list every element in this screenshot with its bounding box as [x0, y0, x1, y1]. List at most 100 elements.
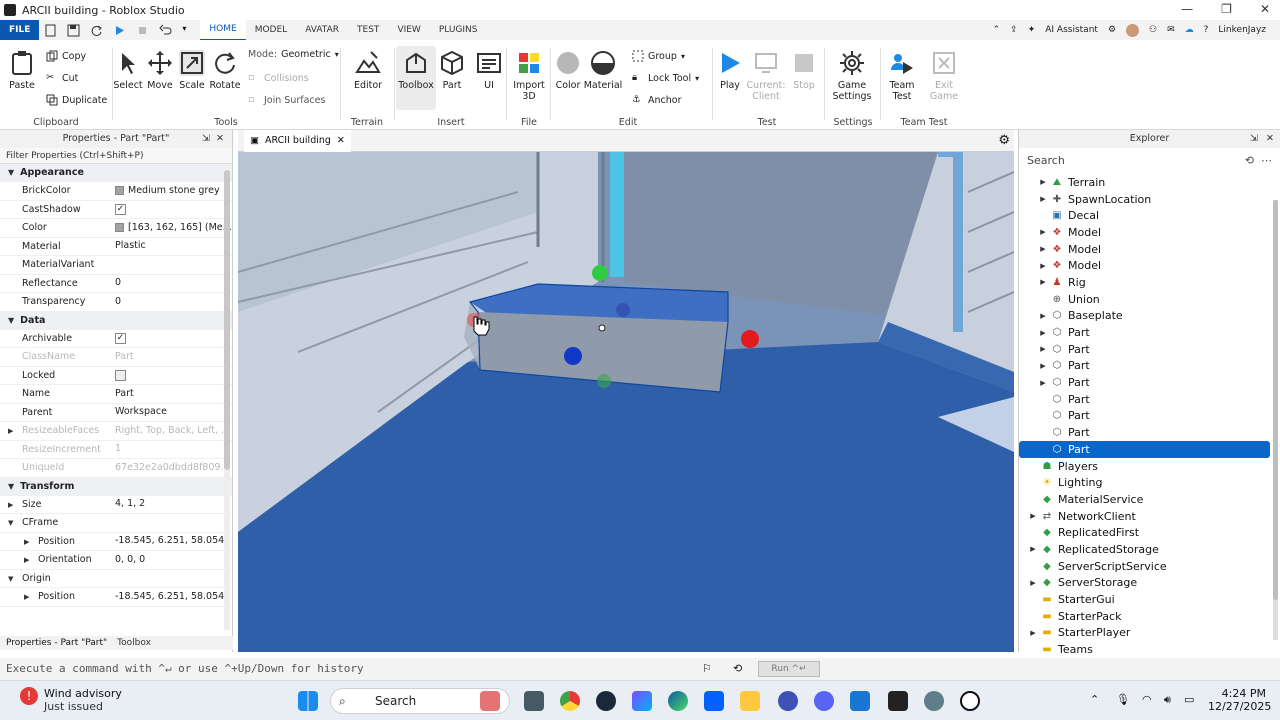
- pin-icon[interactable]: ⇲: [202, 130, 210, 148]
- battery-icon[interactable]: ▭: [1184, 693, 1194, 706]
- explorer-item-lighting[interactable]: ☀ Lighting: [1019, 474, 1280, 491]
- filter-properties-input[interactable]: Filter Properties (Ctrl+Shift+P): [0, 148, 232, 164]
- close-icon[interactable]: ✕: [1266, 130, 1274, 148]
- explorer-item-startergui[interactable]: ▬ StarterGui: [1019, 591, 1280, 608]
- explorer-item-baseplate[interactable]: ▶ ⬡ Baseplate: [1019, 308, 1280, 325]
- explorer-item-decal[interactable]: ▣ Decal: [1019, 207, 1280, 224]
- username[interactable]: LinkenJayz: [1218, 25, 1266, 35]
- stop-button[interactable]: Stop: [784, 46, 824, 91]
- run-button[interactable]: Run ^↵: [758, 661, 820, 677]
- play-button[interactable]: Play: [710, 46, 750, 91]
- section-data[interactable]: ▼ Data: [0, 311, 232, 330]
- toolbox-button[interactable]: Toolbox: [396, 46, 436, 110]
- game-settings-button[interactable]: Game Settings: [832, 46, 872, 102]
- prop-origin[interactable]: ▼ Origin: [0, 570, 232, 588]
- pin-icon[interactable]: ⇲: [1250, 130, 1258, 148]
- steam-icon[interactable]: [596, 691, 616, 711]
- explorer-item-union[interactable]: ⊕ Union: [1019, 291, 1280, 308]
- close-icon[interactable]: ✕: [1260, 2, 1270, 16]
- explorer-item-part[interactable]: ⬡ Part: [1019, 424, 1280, 441]
- dropbox-icon[interactable]: [704, 691, 724, 711]
- save-icon[interactable]: [67, 24, 80, 37]
- properties-scrollbar[interactable]: [224, 170, 230, 630]
- paste-button[interactable]: Paste: [2, 46, 42, 91]
- volume-icon[interactable]: 🔊︎: [1164, 693, 1171, 707]
- locked-checkbox[interactable]: [115, 369, 126, 381]
- help-icon[interactable]: ?: [1204, 25, 1209, 35]
- refresh-icon[interactable]: [90, 24, 103, 37]
- discord-icon[interactable]: [814, 691, 834, 711]
- explorer-item-serverstorage[interactable]: ▶ ◆ ServerStorage: [1019, 575, 1280, 592]
- terrain-editor-button[interactable]: Editor: [348, 46, 388, 91]
- explorer-search-input[interactable]: Search ⟲ ⋯: [1025, 150, 1274, 172]
- play-small-icon[interactable]: [113, 24, 126, 37]
- lock-tool-button[interactable]: 🔒︎ Lock Tool ▾: [632, 70, 699, 86]
- prop-name[interactable]: Name Part: [0, 385, 232, 404]
- expand-arrow-icon[interactable]: ▶: [1037, 195, 1049, 203]
- explorer-item-terrain[interactable]: ▶ ⛰ Terrain: [1019, 174, 1280, 191]
- ai-assistant-icon[interactable]: ✦: [1028, 25, 1036, 35]
- explorer-item-part[interactable]: ▶ ⬡ Part: [1019, 374, 1280, 391]
- scale-handle-front[interactable]: [564, 347, 582, 365]
- tab-arcii-building[interactable]: ▣ ARCII building ✕: [244, 130, 351, 152]
- explorer-item-model[interactable]: ▶ ❖ Model: [1019, 224, 1280, 241]
- bookmark-icon[interactable]: ⚐: [702, 662, 712, 675]
- import-3d-button[interactable]: Import 3D: [509, 46, 549, 102]
- expand-arrow-icon[interactable]: ▶: [1037, 228, 1049, 236]
- explorer-item-rig[interactable]: ▶ ♟ Rig: [1019, 274, 1280, 291]
- file-explorer-icon[interactable]: [740, 691, 760, 711]
- prop-castshadow[interactable]: CastShadow ✓: [0, 201, 232, 219]
- rotate-button[interactable]: Rotate: [205, 46, 245, 91]
- new-file-icon[interactable]: [44, 24, 57, 37]
- explorer-item-starterplayer[interactable]: ▶ ▬ StarterPlayer: [1019, 625, 1280, 642]
- minimize-icon[interactable]: —: [1181, 2, 1193, 16]
- prop-orientation[interactable]: ▶ Orientation 0, 0, 0: [0, 551, 232, 570]
- windows-start-icon[interactable]: [298, 691, 318, 711]
- chatgpt-icon[interactable]: [960, 691, 980, 711]
- prop-locked[interactable]: Locked: [0, 367, 232, 385]
- prop-position[interactable]: ▶ Position -18.545, 6.251, 58.054: [0, 533, 232, 551]
- collisions-toggle[interactable]: ▫ Collisions: [248, 70, 309, 86]
- history-icon[interactable]: ⟲: [733, 662, 742, 675]
- cut-button[interactable]: ✂ Cut: [46, 70, 78, 86]
- expand-arrow-icon[interactable]: ▶: [1037, 362, 1049, 370]
- prop-parent[interactable]: Parent Workspace: [0, 404, 232, 422]
- clock[interactable]: 4:24 PM 12/27/2025: [1208, 687, 1271, 713]
- explorer-item-part[interactable]: ▶ ⬡ Part: [1019, 358, 1280, 375]
- expand-arrow-icon[interactable]: ▶: [1027, 629, 1039, 637]
- tab-home[interactable]: HOME: [200, 19, 246, 41]
- prop-material[interactable]: Material Plastic: [0, 238, 232, 256]
- color-button[interactable]: Color: [548, 46, 588, 91]
- explorer-item-replicatedfirst[interactable]: ◆ ReplicatedFirst: [1019, 524, 1280, 541]
- chat-icon[interactable]: ✉: [1167, 25, 1175, 35]
- people-icon[interactable]: ⚇: [1149, 25, 1157, 35]
- maximize-icon[interactable]: ❐: [1221, 2, 1232, 16]
- expand-arrow-icon[interactable]: ▶: [1037, 245, 1049, 253]
- prop-materialvariant[interactable]: MaterialVariant: [0, 256, 232, 275]
- exit-game-button[interactable]: Exit Game: [924, 46, 964, 102]
- explorer-item-part[interactable]: ⬡ Part: [1019, 391, 1280, 408]
- expand-arrow-icon[interactable]: ▶: [1027, 579, 1039, 587]
- tab-plugins[interactable]: PLUGINS: [430, 20, 487, 40]
- section-transform[interactable]: ▼ Transform: [0, 477, 232, 496]
- explorer-item-part[interactable]: ▶ ⬡ Part: [1019, 341, 1280, 358]
- prop-brickcolor[interactable]: BrickColor Medium stone grey: [0, 182, 232, 201]
- expand-arrow-icon[interactable]: ▶: [1037, 379, 1049, 387]
- tab-model[interactable]: MODEL: [246, 20, 296, 40]
- explorer-item-part[interactable]: ▶ ⬡ Part: [1019, 324, 1280, 341]
- group-button[interactable]: Group ▾: [632, 48, 685, 64]
- explorer-item-materialservice[interactable]: ◆ MaterialService: [1019, 491, 1280, 508]
- expand-arrow-icon[interactable]: ▶: [1037, 312, 1049, 320]
- prop-size[interactable]: ▶ Size 4, 1, 2: [0, 496, 232, 514]
- duplicate-button[interactable]: Duplicate: [46, 92, 107, 108]
- archivable-checkbox[interactable]: ✓: [115, 332, 126, 344]
- avatar[interactable]: [1126, 23, 1140, 37]
- team-test-button[interactable]: Team Test: [882, 46, 922, 102]
- expand-arrow-icon[interactable]: ▶: [1037, 329, 1049, 337]
- current-client-button[interactable]: Current: Client: [746, 46, 786, 102]
- tab-avatar[interactable]: AVATAR: [296, 20, 348, 40]
- insert-ui-button[interactable]: UI: [469, 46, 509, 91]
- explorer-item-part[interactable]: ⬡ Part: [1019, 441, 1270, 458]
- section-appearance[interactable]: ▼ Appearance: [0, 164, 232, 182]
- explorer-scrollbar[interactable]: [1273, 200, 1278, 640]
